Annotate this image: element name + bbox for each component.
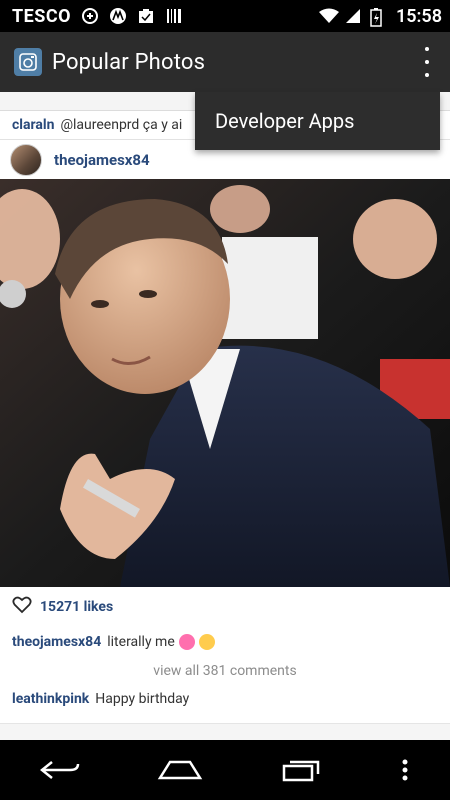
comment-row: leathinkpink Happy birthday: [0, 685, 450, 713]
likes-count[interactable]: 15271 likes: [40, 599, 113, 615]
instagram-logo-icon[interactable]: [14, 48, 42, 76]
post-photo[interactable]: [0, 179, 450, 587]
clock: 15:58: [395, 5, 442, 27]
overflow-menu: Developer Apps: [195, 92, 440, 150]
recent-apps-icon[interactable]: [270, 750, 330, 790]
navigation-bar: [0, 740, 450, 800]
avatar[interactable]: [10, 143, 42, 176]
post-actions: 15271 likes: [0, 587, 450, 627]
status-right: 15:58: [318, 6, 442, 27]
carrier-name: TESCO: [12, 5, 72, 27]
signal-icon: [344, 7, 362, 25]
heart-icon[interactable]: [12, 596, 32, 618]
overflow-menu-icon[interactable]: [418, 47, 436, 77]
card-footer: [0, 713, 450, 723]
barcode-icon: [165, 7, 183, 25]
comment-username[interactable]: claraln: [12, 117, 54, 133]
battery-icon: [370, 7, 388, 27]
comment-username[interactable]: leathinkpink: [12, 691, 89, 707]
back-icon[interactable]: [30, 750, 90, 790]
home-icon[interactable]: [150, 750, 210, 790]
view-all-comments-link[interactable]: view all 381 comments: [0, 657, 450, 685]
clipboard-icon: [137, 7, 155, 25]
menu-item-developer-apps[interactable]: Developer Apps: [195, 92, 440, 150]
action-bar: Popular Photos: [0, 32, 450, 92]
overflow-icon[interactable]: [390, 750, 420, 790]
status-bar: TESCO 15:58: [0, 0, 450, 32]
caption-text: literally me: [107, 634, 175, 650]
status-left: TESCO: [12, 6, 183, 27]
post-caption: theojamesx84 literally me: [0, 627, 450, 657]
comment-text: Happy birthday: [95, 691, 190, 707]
sync-icon: [81, 7, 99, 25]
feed[interactable]: view a claraln @laureenprd ça y ai theoj…: [0, 92, 450, 740]
next-post-peek[interactable]: [0, 723, 450, 740]
motorola-icon: [109, 7, 127, 25]
post-username[interactable]: theojamesx84: [54, 151, 150, 169]
hearts-face-emoji-icon: [198, 634, 215, 650]
caption-username[interactable]: theojamesx84: [12, 634, 101, 650]
wifi-icon: [318, 7, 339, 25]
heart-emoji-icon: [178, 634, 195, 650]
comment-text: @laureenprd ça y ai: [60, 117, 183, 133]
page-title: Popular Photos: [52, 49, 206, 75]
